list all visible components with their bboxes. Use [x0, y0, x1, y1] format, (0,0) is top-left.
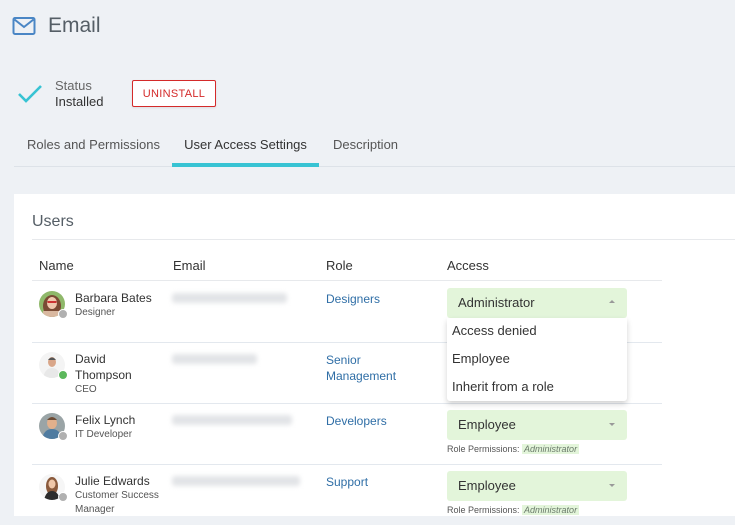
page-title: Email — [48, 14, 101, 37]
dropdown-option-access-denied[interactable]: Access denied — [452, 323, 537, 338]
user-position: Designer — [75, 307, 116, 318]
column-header-role: Role — [326, 258, 353, 273]
column-header-email: Email — [173, 258, 206, 273]
user-email-blurred — [172, 293, 287, 303]
column-header-name: Name — [39, 258, 74, 273]
user-position: CEO — [75, 384, 97, 395]
role-permissions-note: Role Permissions: Administrator — [447, 444, 580, 454]
dropdown-option-employee[interactable]: Employee — [452, 351, 510, 366]
status-block: Status Installed — [17, 78, 103, 110]
user-email-blurred — [172, 415, 292, 425]
user-role-link[interactable]: Senior Management — [326, 352, 426, 384]
user-position: IT Developer — [75, 429, 133, 440]
status-label: Status — [55, 78, 92, 93]
chevron-up-icon — [609, 300, 615, 303]
presence-offline-icon — [58, 492, 68, 502]
role-permissions-note: Role Permissions: Administrator — [447, 505, 580, 515]
presence-offline-icon — [58, 309, 68, 319]
tab-roles-and-permissions[interactable]: Roles and Permissions — [27, 126, 160, 166]
chevron-down-icon — [609, 484, 615, 487]
access-select-value: Administrator — [458, 295, 535, 310]
user-role-link[interactable]: Developers — [326, 413, 426, 429]
user-name: Felix Lynch IT Developer — [75, 412, 165, 442]
user-name: Barbara Bates Designer — [75, 290, 165, 320]
user-role-link[interactable]: Support — [326, 474, 426, 490]
tab-user-access-settings[interactable]: User Access Settings — [172, 126, 319, 167]
role-permissions-label: Role Permissions: — [447, 444, 520, 454]
role-permissions-label: Role Permissions: — [447, 505, 520, 515]
dropdown-option-inherit-from-role[interactable]: Inherit from a role — [452, 379, 554, 394]
user-email-blurred — [172, 476, 300, 486]
access-dropdown-menu: Access denied Employee Inherit from a ro… — [447, 318, 627, 401]
tab-bar: Roles and Permissions User Access Settin… — [14, 126, 735, 167]
role-permissions-value: Administrator — [522, 444, 580, 454]
divider — [32, 239, 735, 240]
status-value: Installed — [55, 94, 104, 109]
uninstall-button[interactable]: UNINSTALL — [132, 80, 216, 107]
role-permissions-value: Administrator — [522, 505, 580, 515]
check-icon — [18, 85, 42, 103]
presence-online-icon — [58, 370, 68, 380]
user-name: Julie Edwards Customer Success Manager — [75, 473, 165, 517]
presence-offline-icon — [58, 431, 68, 441]
user-position: Customer Success Manager — [75, 490, 159, 515]
users-title: Users — [32, 213, 74, 230]
access-select[interactable]: Administrator — [447, 288, 627, 318]
access-select-value: Employee — [458, 417, 516, 432]
chevron-down-icon — [609, 423, 615, 426]
access-select[interactable]: Employee — [447, 410, 627, 440]
page-header: Email — [12, 14, 101, 38]
tab-description[interactable]: Description — [333, 126, 398, 166]
access-select[interactable]: Employee — [447, 471, 627, 501]
table-header: Name Email Role Access — [32, 254, 662, 281]
mail-icon — [12, 17, 36, 35]
table-row: Felix Lynch IT Developer Developers Empl… — [32, 403, 662, 465]
user-role-link[interactable]: Designers — [326, 291, 426, 307]
access-select-value: Employee — [458, 478, 516, 493]
user-email-blurred — [172, 354, 257, 364]
column-header-access: Access — [447, 258, 489, 273]
user-name: David Thompson CEO — [75, 351, 165, 397]
